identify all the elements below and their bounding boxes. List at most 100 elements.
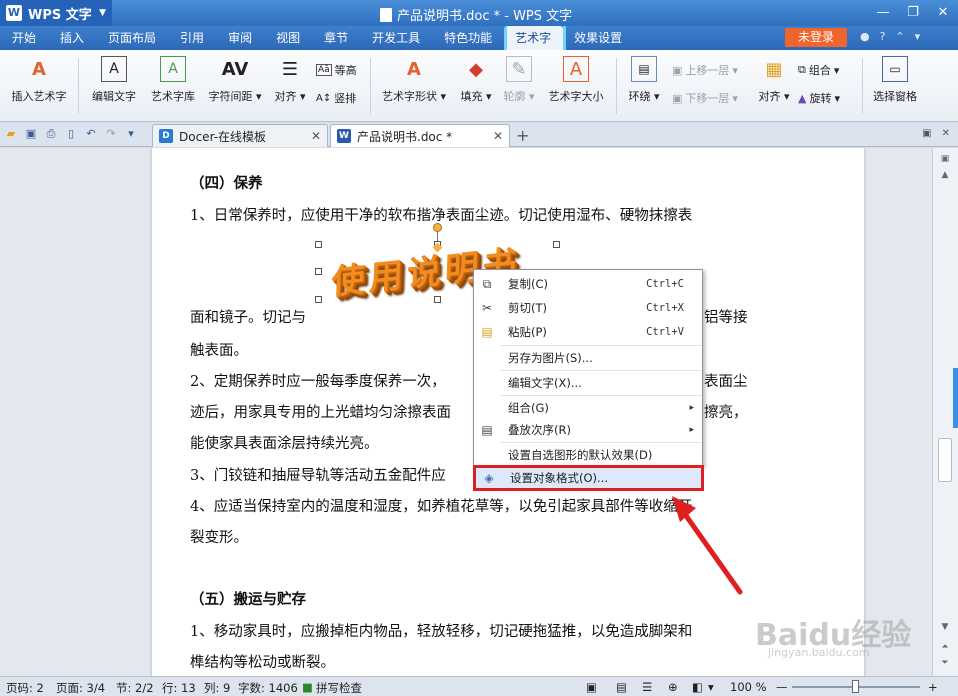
scroll-up-icon[interactable]: ▲ (939, 170, 951, 182)
login-button[interactable]: 未登录 (785, 28, 847, 47)
resize-handle[interactable] (553, 241, 560, 248)
tab-insert[interactable]: 插入 (48, 26, 96, 50)
tab-view[interactable]: 视图 (264, 26, 312, 50)
send-backward-button[interactable]: ▣ 下移一层 ▾ (672, 90, 738, 106)
zoom-level[interactable]: 100 % (730, 680, 767, 694)
paragraph-line: 表面尘 (704, 374, 748, 390)
zoom-menu-icon[interactable]: ▾ (708, 680, 714, 694)
library-icon: A (160, 56, 186, 82)
wordart-icon: A (32, 58, 46, 80)
open-icon[interactable]: ▰ (4, 127, 18, 141)
side-panel-tab[interactable] (953, 368, 958, 428)
reading-view-icon[interactable]: ◧ (692, 680, 703, 694)
resize-handle[interactable] (434, 296, 441, 303)
undo-icon[interactable]: ↶ (84, 127, 98, 141)
tab-wordart[interactable]: 艺术字 (504, 26, 564, 50)
edit-text-button[interactable]: A 编辑文字 (86, 56, 142, 104)
spellcheck-button[interactable]: 拼写检查 (316, 680, 362, 696)
insert-wordart-button[interactable]: A 插入艺术字 (6, 56, 72, 104)
tab-review[interactable]: 审阅 (216, 26, 264, 50)
selection-pane-button[interactable]: ▭ 选择窗格 (866, 56, 924, 104)
resize-handle[interactable] (315, 268, 322, 275)
menu-item-order[interactable]: ▤ 叠放次序(R) ▸ (474, 418, 702, 442)
context-menu: ⧉ 复制(C) Ctrl+C ✂ 剪切(T) Ctrl+X ▤ 粘贴(P) Ct… (473, 269, 703, 467)
page-view-icon[interactable]: ▤ (616, 680, 627, 694)
status-page-number: 页码: 2 (6, 681, 44, 695)
more-icon[interactable]: ▾ (915, 30, 921, 43)
save-icon[interactable]: ▣ (24, 127, 38, 141)
resize-handle[interactable] (315, 296, 322, 303)
scrollbar-thumb[interactable] (938, 438, 952, 482)
align-button[interactable]: ☰ 对齐 ▾ (268, 56, 312, 104)
tab-reference[interactable]: 引用 (168, 26, 216, 50)
menu-item-default-effect[interactable]: 设置自选图形的默认效果(D) (474, 443, 702, 467)
close-all-icon[interactable]: ✕ (942, 128, 950, 139)
wordart-shape-button[interactable]: A 艺术字形状 ▾ (376, 56, 452, 104)
print-icon[interactable]: ⎙ (44, 127, 58, 141)
char-spacing-icon: AV (221, 58, 249, 80)
scroll-options-icon[interactable]: ▣ (939, 154, 951, 166)
outline-view-icon[interactable]: ☰ (642, 680, 652, 694)
menu-item-format-object[interactable]: ◈ 设置对象格式(O)... (476, 468, 701, 488)
tab-document[interactable]: W 产品说明书.doc * ✕ (330, 124, 510, 147)
menu-item-cut[interactable]: ✂ 剪切(T) Ctrl+X (474, 296, 702, 320)
menu-item-edit-text[interactable]: 编辑文字(X)... (474, 371, 702, 395)
menu-item-paste[interactable]: ▤ 粘贴(P) Ctrl+V (474, 320, 702, 344)
outline-icon: ✎ (506, 56, 532, 82)
bring-forward-button[interactable]: ▣ 上移一层 ▾ (672, 62, 738, 78)
wordart-size-button[interactable]: A 艺术字大小 (544, 56, 608, 104)
watermark-url: jingyan.baidu.com (768, 646, 870, 659)
document-icon (380, 7, 392, 22)
title-bar: W WPS 文字 ▼ 产品说明书.doc * - WPS 文字 — ❐ ✕ (0, 0, 958, 26)
zoom-in-icon[interactable]: + (928, 680, 938, 694)
tab-chapter[interactable]: 章节 (312, 26, 360, 50)
paragraph-line: 2、定期保养时应一般每季度保养一次， (190, 374, 446, 390)
redo-icon[interactable]: ↷ (104, 127, 118, 141)
char-spacing-button[interactable]: AV 字符间距 ▾ (204, 56, 266, 104)
tab-start[interactable]: 开始 (0, 26, 48, 50)
zoom-out-icon[interactable]: — (776, 680, 788, 694)
status-col: 列: 9 (204, 681, 231, 695)
next-page-icon[interactable]: ⏷ (939, 658, 951, 670)
vertical-text-button[interactable]: A↕ 竖排 (316, 90, 356, 106)
equal-height-icon: Aā (316, 64, 332, 76)
preview-icon[interactable]: ▯ (64, 127, 78, 141)
heading-transport-storage: （五）搬运与贮存 (190, 591, 306, 608)
close-button[interactable]: ✕ (928, 0, 958, 26)
align-objects-button[interactable]: ▦ 对齐 ▾ (752, 56, 796, 104)
close-tab-icon[interactable]: ✕ (493, 129, 503, 143)
tab-developer[interactable]: 开发工具 (360, 26, 432, 50)
tab-docer[interactable]: D Docer-在线模板 ✕ (152, 124, 328, 147)
rotate-button[interactable]: ▲ 旋转 ▾ (798, 90, 840, 106)
new-tab-button[interactable]: + (516, 126, 529, 145)
customize-icon[interactable]: ▾ (124, 127, 138, 141)
maximize-button[interactable]: ❐ (898, 0, 928, 26)
tab-effect-settings[interactable]: 效果设置 (563, 26, 634, 50)
close-tab-icon[interactable]: ✕ (311, 129, 321, 143)
minimize-button[interactable]: — (868, 0, 898, 26)
vertical-scrollbar[interactable]: ▣ ▲ ▼ ⏶ ⏷ (932, 148, 958, 676)
wrap-button[interactable]: ▤ 环绕 ▾ (622, 56, 666, 104)
scroll-down-icon[interactable]: ▼ (939, 622, 951, 634)
help-icon[interactable]: ? (880, 30, 886, 43)
tab-page-layout[interactable]: 页面布局 (96, 26, 168, 50)
status-word-count[interactable]: 字数: 1406 (238, 680, 298, 696)
resize-handle[interactable] (315, 241, 322, 248)
tab-list-icon[interactable]: ▣ (922, 128, 931, 139)
menu-item-group[interactable]: 组合(G) ▸ (474, 396, 702, 420)
fullscreen-icon[interactable]: ▣ (586, 680, 597, 694)
app-menu-button[interactable]: W WPS 文字 ▼ (0, 0, 112, 26)
equal-height-button[interactable]: Aā 等高 (316, 62, 357, 78)
zoom-slider-thumb[interactable] (852, 680, 859, 693)
web-view-icon[interactable]: ⊕ (668, 680, 678, 694)
menu-item-save-as-image[interactable]: 另存为图片(S)... (474, 346, 702, 370)
chevron-up-icon[interactable]: ⌃ (895, 30, 904, 43)
outline-button[interactable]: ✎ 轮廓 ▾ (500, 56, 538, 104)
wordart-library-button[interactable]: A 艺术字库 (146, 56, 200, 104)
fill-button[interactable]: ◆ 填充 ▾ (456, 56, 496, 104)
tab-features[interactable]: 特色功能 (432, 26, 504, 50)
skin-icon[interactable]: ● (860, 30, 870, 43)
menu-item-copy[interactable]: ⧉ 复制(C) Ctrl+C (474, 272, 702, 296)
group-button[interactable]: ⧉ 组合 ▾ (798, 62, 839, 78)
prev-page-icon[interactable]: ⏶ (939, 642, 951, 654)
